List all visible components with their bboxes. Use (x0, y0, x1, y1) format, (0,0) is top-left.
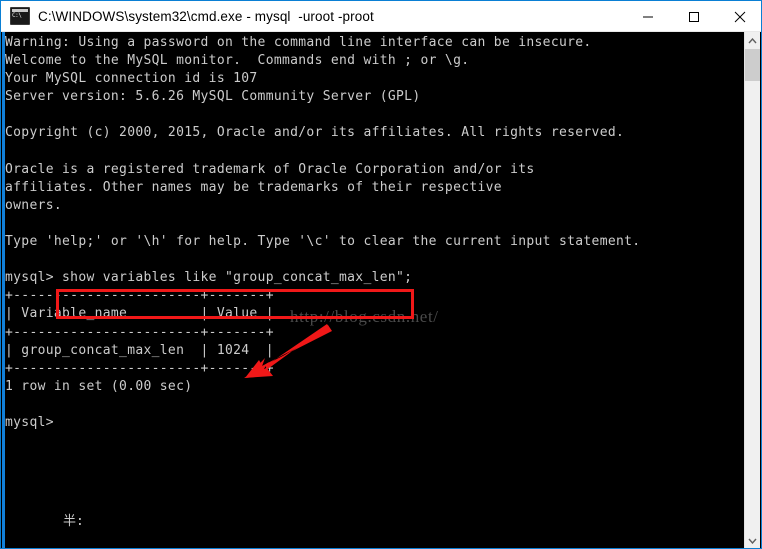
close-icon (734, 11, 746, 22)
ime-indicator: 半: (63, 514, 84, 529)
console-text: Warning: Using a password on the command… (5, 35, 641, 430)
cmd-window: C:\WINDOWS\system32\cmd.exe - mysql -uro… (0, 0, 762, 549)
scroll-thumb[interactable] (745, 49, 760, 81)
vertical-scrollbar[interactable] (744, 32, 760, 548)
scroll-up-button[interactable] (745, 32, 760, 49)
close-button[interactable] (717, 1, 761, 32)
minimize-button[interactable] (625, 1, 671, 32)
chevron-down-icon (748, 538, 757, 544)
scroll-down-button[interactable] (745, 532, 760, 548)
maximize-button[interactable] (671, 1, 717, 32)
window-title: C:\WINDOWS\system32\cmd.exe - mysql -uro… (38, 8, 374, 24)
maximize-icon (689, 11, 699, 22)
title-bar[interactable]: C:\WINDOWS\system32\cmd.exe - mysql -uro… (1, 1, 761, 32)
window-controls (625, 1, 761, 32)
chevron-up-icon (748, 37, 757, 43)
console-output-area[interactable]: Warning: Using a password on the command… (2, 32, 747, 548)
minimize-icon (643, 16, 653, 17)
cmd-console-icon (10, 7, 30, 25)
